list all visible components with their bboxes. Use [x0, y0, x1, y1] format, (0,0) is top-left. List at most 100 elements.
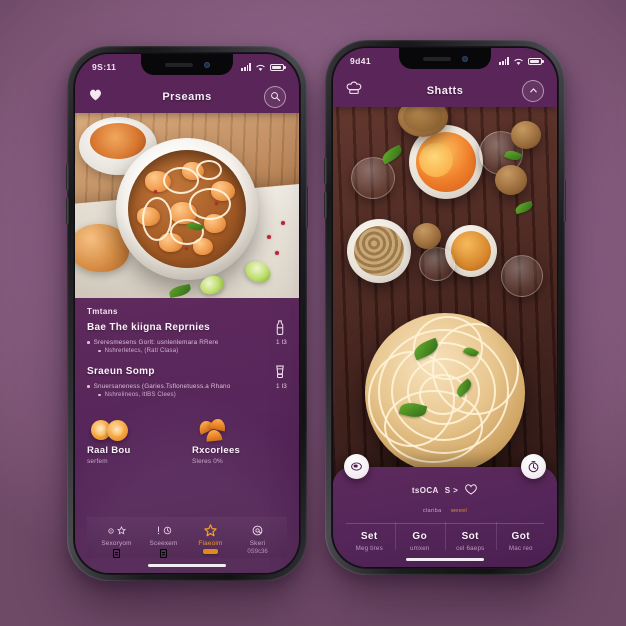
main-pasta-bowl	[116, 138, 258, 281]
status-indicators	[499, 57, 544, 66]
heart-tag-icon[interactable]	[464, 483, 478, 497]
entry-subbullet: Nshrerletecs, (Ratl Clasa)	[87, 348, 287, 354]
glass-dish-4	[501, 255, 543, 297]
bullet-text: Snuersaneness (Garies.Tsflonetuess.a Rha…	[93, 383, 231, 390]
sheet-sub-right: weeel	[450, 508, 468, 514]
pill-badge-icon	[203, 549, 218, 554]
wifi-icon	[256, 64, 265, 71]
tab-sexoryom[interactable]: Sexoryom	[94, 524, 140, 558]
stat-column[interactable]: Sot cel 6aeps	[445, 522, 496, 552]
status-indicators	[241, 63, 286, 72]
bullet-qty: 1 l3	[276, 339, 287, 346]
battery-icon	[270, 63, 286, 71]
entry-bullet: Sreresmesens Gorlt: usnlenlemara RRere 1…	[87, 339, 287, 346]
status-time: 9d41	[350, 56, 371, 66]
plate-icon[interactable]	[344, 454, 369, 479]
left-phone-bezel: 9S:11 Prseams Tmtans Bae The kiigna Repr…	[73, 52, 301, 575]
stat-column[interactable]: Set Meg tires	[344, 531, 395, 552]
document-icon	[160, 549, 167, 558]
entry-subbullet: Nshrelineos, ltlBS Clees)	[87, 392, 287, 398]
tile-title: Rxcorlees	[192, 445, 241, 456]
tab-flaeoim[interactable]: Flaeoim	[188, 524, 234, 554]
volume-down-button[interactable]	[324, 192, 327, 218]
left-phone-frame: 9S:11 Prseams Tmtans Bae The kiigna Repr…	[66, 46, 308, 581]
signal-bars-icon	[241, 63, 251, 71]
tile-row: Raal Bou serfem Rxcorlees Sleres 0%	[87, 412, 287, 465]
list-item[interactable]: Sraeun Somp Snuersaneness (Garies.Tsflon…	[87, 364, 287, 398]
at-circle-icon	[252, 524, 263, 537]
glass-dish-1	[351, 157, 395, 199]
search-icon[interactable]	[264, 85, 286, 108]
subbullet-text: Nshrerletecs, (Ratl Clasa)	[104, 348, 179, 354]
gear-flower-icon	[107, 524, 126, 537]
status-time: 9S:11	[92, 62, 117, 72]
entry-header: Bae The kiigna Reprnies	[87, 320, 287, 335]
right-bottom-sheet: tsOCA S > clariba weeel Set Meg tires Go…	[333, 454, 557, 567]
tab-skeri[interactable]: Skeri 0S9c36	[235, 524, 281, 555]
left-tab-bar: Sexoryom Sceexem Flaeoim Skeri 0S9c36	[87, 517, 287, 558]
tile-subtitle: Sleres 0%	[192, 458, 223, 465]
stat-title: Got	[511, 531, 530, 542]
stat-title: Go	[412, 531, 428, 542]
orange-wedges-icon	[192, 412, 287, 442]
tile-subtitle: serfem	[87, 458, 108, 465]
entry-bullet: Snuersaneness (Garies.Tsflonetuess.a Rha…	[87, 383, 287, 390]
chevron-up-icon[interactable]	[522, 79, 544, 102]
left-hero-photo	[75, 113, 299, 298]
notch	[399, 48, 491, 69]
sheet-mid-text: tsOCA	[411, 485, 439, 495]
sheet-sub-left: clariba	[422, 508, 442, 514]
right-hero-photo	[333, 107, 557, 481]
entry-header: Sraeun Somp	[87, 364, 287, 379]
grain-bowl	[347, 219, 411, 283]
list-item[interactable]: Bae The kiigna Reprnies Sreresmesens Gor…	[87, 320, 287, 354]
volume-up-button[interactable]	[66, 164, 69, 190]
bullet-text: Sreresmesens Gorlt: usnlenlemara RRere	[93, 339, 219, 346]
bullet-qty: 1 l3	[276, 383, 287, 390]
front-camera-icon	[461, 55, 468, 62]
sauce-cup-3	[413, 223, 441, 249]
earpiece-speaker	[422, 56, 451, 61]
orange-halves-icon	[87, 412, 182, 442]
alert-clock-icon	[156, 524, 172, 537]
home-indicator[interactable]	[87, 558, 287, 573]
tab-label: Sceexem	[149, 539, 178, 547]
stat-column[interactable]: Go umxen	[394, 522, 446, 552]
heart-icon[interactable]	[88, 88, 103, 106]
pomegranate-seed-2	[267, 235, 271, 239]
stat-subtitle: Mac reo	[508, 545, 533, 552]
section-label: Tmtans	[87, 307, 118, 316]
pomegranate-seed-3	[275, 251, 279, 255]
pomegranate-seed-1	[281, 221, 285, 225]
left-phone-screen: 9S:11 Prseams Tmtans Bae The kiigna Repr…	[75, 54, 299, 573]
home-indicator[interactable]	[344, 552, 546, 567]
subbullet-dot	[98, 393, 101, 397]
tile-card[interactable]: Raal Bou serfem	[87, 412, 182, 465]
notch	[141, 54, 233, 75]
signal-bars-icon	[499, 57, 509, 65]
front-camera-icon	[203, 61, 210, 68]
right-phone-frame: 9d41 Shatts tsOCA S > clariba weeel Set …	[324, 40, 566, 575]
tile-title: Raal Bou	[87, 445, 131, 456]
volume-down-button[interactable]	[66, 198, 69, 224]
pasta-contents	[128, 150, 246, 268]
power-button[interactable]	[305, 186, 308, 228]
volume-up-button[interactable]	[324, 158, 327, 184]
tab-subtext: 0S9c36	[247, 549, 268, 555]
timer-icon[interactable]	[521, 454, 546, 479]
subbullet-text: Nshrelineos, ltlBS Clees)	[104, 392, 176, 398]
stat-subtitle: umxen	[409, 545, 430, 552]
bottle-icon	[273, 320, 287, 335]
right-app-bar: Shatts	[333, 74, 557, 107]
tab-sceexem[interactable]: Sceexem	[141, 524, 187, 558]
battery-icon	[528, 57, 544, 65]
stat-subtitle: Meg tires	[355, 545, 383, 552]
stat-column[interactable]: Got Mac reo	[495, 522, 547, 552]
document-icon	[113, 549, 120, 558]
stat-title: Set	[360, 531, 378, 542]
sheet-mid-sep: S >	[444, 485, 459, 495]
chef-hat-icon[interactable]	[346, 81, 362, 101]
power-button[interactable]	[563, 180, 566, 222]
sheet-mid-row: tsOCA S >	[344, 479, 546, 497]
tile-card[interactable]: Rxcorlees Sleres 0%	[192, 412, 287, 465]
